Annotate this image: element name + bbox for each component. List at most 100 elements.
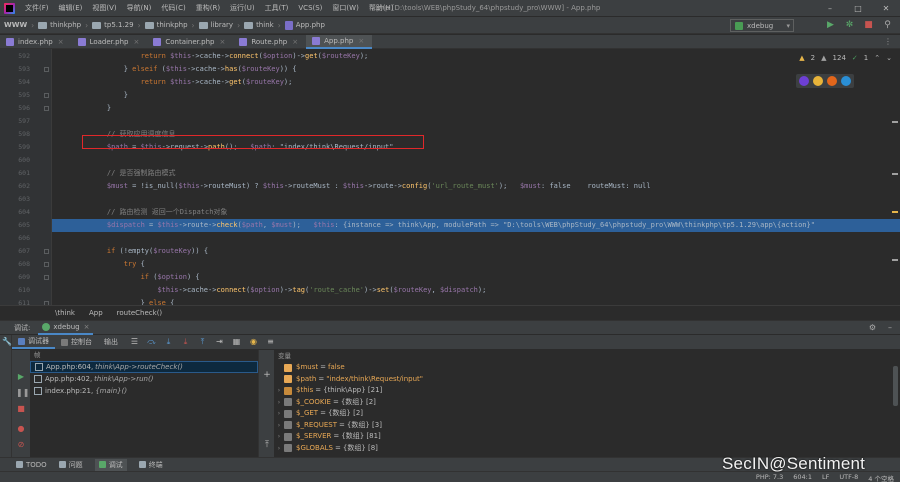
wrench-icon[interactable]: 🔧 bbox=[2, 337, 12, 347]
force-step-into-icon[interactable]: ⤓ bbox=[179, 336, 192, 348]
menu-tools[interactable]: 工具(T) bbox=[260, 3, 294, 13]
variable-row[interactable]: › $_REQUEST = {数组} [3] bbox=[274, 420, 888, 432]
expand-arrow-icon[interactable]: › bbox=[274, 443, 284, 455]
editor-scrollbar[interactable] bbox=[892, 61, 898, 301]
chevron-up-icon[interactable]: ⌃ bbox=[874, 54, 880, 62]
tool-debug[interactable]: 调试 bbox=[94, 458, 127, 471]
line-number[interactable]: 594 bbox=[0, 76, 30, 89]
stop-icon[interactable]: ■ bbox=[16, 404, 26, 414]
crumb-method[interactable]: routeCheck() bbox=[117, 309, 163, 317]
close-icon[interactable]: ✕ bbox=[872, 0, 900, 17]
frame-item[interactable]: App.php:604, think\App->routeCheck() bbox=[30, 361, 258, 373]
search-icon[interactable]: ⚲ bbox=[881, 19, 894, 32]
line-number[interactable]: 602 bbox=[0, 180, 30, 193]
line-number[interactable]: 600 bbox=[0, 154, 30, 167]
fold-marker-icon[interactable] bbox=[44, 106, 49, 111]
menu-edit[interactable]: 编辑(E) bbox=[54, 3, 88, 13]
breadcrumb-app-php[interactable]: App.php bbox=[281, 20, 325, 30]
menu-window[interactable]: 窗口(W) bbox=[327, 3, 363, 13]
run-icon[interactable]: ▶ bbox=[824, 19, 837, 32]
crumb-namespace[interactable]: \think bbox=[55, 309, 75, 317]
phpstorm-browser-icon[interactable] bbox=[799, 76, 809, 86]
code-line[interactable] bbox=[52, 193, 900, 206]
menu-file[interactable]: 文件(F) bbox=[20, 3, 54, 13]
maximize-icon[interactable]: □ bbox=[844, 0, 872, 17]
add-watch-icon[interactable]: + bbox=[262, 370, 272, 380]
tool-terminal[interactable]: 终端 bbox=[138, 460, 163, 470]
fold-marker-icon[interactable] bbox=[44, 93, 49, 98]
code-line[interactable]: } bbox=[52, 102, 900, 115]
tab-output[interactable]: 输出 bbox=[98, 337, 124, 347]
firefox-icon[interactable] bbox=[827, 76, 837, 86]
code-line[interactable]: if ($option) { bbox=[52, 271, 900, 284]
line-number[interactable]: 609 bbox=[0, 271, 30, 284]
pause-icon[interactable]: ❚❚ bbox=[16, 388, 29, 398]
crumb-class[interactable]: App bbox=[89, 309, 103, 317]
tab-container-php[interactable]: Container.php × bbox=[147, 35, 233, 49]
expand-arrow-icon[interactable]: › bbox=[274, 431, 284, 443]
variable-row[interactable]: › $this = {think\App} [21] bbox=[274, 385, 888, 397]
code-line[interactable]: // 是否强制路由模式 bbox=[52, 167, 900, 180]
code-line[interactable] bbox=[52, 154, 900, 167]
code-line[interactable]: return $this->cache->get($routeKey); bbox=[52, 76, 900, 89]
menu-vcs[interactable]: VCS(S) bbox=[293, 4, 327, 12]
collapse-icon[interactable]: ⤒ bbox=[262, 440, 272, 450]
debug-session-tab[interactable]: xdebug × bbox=[38, 321, 94, 335]
line-number[interactable]: 601 bbox=[0, 167, 30, 180]
line-number[interactable]: 592 bbox=[0, 50, 30, 63]
tool-problems[interactable]: 问题 bbox=[58, 460, 83, 470]
step-over-icon[interactable]: ⤼ bbox=[145, 336, 158, 348]
close-tab-icon[interactable]: × bbox=[219, 38, 225, 46]
code-line[interactable]: } elseif ($this->cache->has($routeKey)) … bbox=[52, 63, 900, 76]
chrome-icon[interactable] bbox=[813, 76, 823, 86]
gear-icon[interactable]: ⚙ bbox=[869, 323, 876, 332]
line-number[interactable]: 599 bbox=[0, 141, 30, 154]
run-to-cursor-icon[interactable]: ⇥ bbox=[213, 336, 226, 348]
evaluate-expression-icon[interactable]: ▦ bbox=[230, 336, 243, 348]
breadcrumb-library[interactable]: library bbox=[195, 21, 233, 29]
breadcrumb-thinkphp[interactable]: thinkphp bbox=[34, 21, 81, 29]
php-version[interactable]: PHP: 7.3 bbox=[756, 473, 783, 482]
breadcrumb-think[interactable]: think bbox=[240, 21, 274, 29]
line-number[interactable]: 606 bbox=[0, 232, 30, 245]
tab-index-php[interactable]: index.php × bbox=[0, 35, 72, 49]
breadcrumb-www[interactable]: WWW bbox=[0, 21, 27, 29]
fold-marker-icon[interactable] bbox=[44, 67, 49, 72]
inspection-indicators[interactable]: ▲ 2 ▲ 124 ✓ 1 ⌃ ⌄ bbox=[799, 54, 892, 62]
close-icon[interactable]: × bbox=[84, 323, 90, 331]
close-tab-icon[interactable]: × bbox=[133, 38, 139, 46]
frame-item[interactable]: App.php:402, think\App->run() bbox=[30, 373, 258, 385]
code-line[interactable]: return $this->cache->connect($option)->g… bbox=[52, 50, 900, 63]
caret-position[interactable]: 604:1 bbox=[793, 473, 812, 482]
code-editor[interactable]: 592 return $this->cache->connect($option… bbox=[0, 49, 900, 305]
menu-refactor[interactable]: 重构(R) bbox=[191, 3, 225, 13]
edge-icon[interactable] bbox=[841, 76, 851, 86]
tab-loader-php[interactable]: Loader.php × bbox=[72, 35, 148, 49]
frame-item[interactable]: index.php:21, {main}() bbox=[30, 385, 258, 397]
mute-breakpoints-icon[interactable]: ⊘ bbox=[16, 440, 26, 450]
expand-arrow-icon[interactable]: › bbox=[274, 397, 284, 409]
breadcrumb-tp5[interactable]: tp5.1.29 bbox=[88, 21, 134, 29]
expand-arrow-icon[interactable]: › bbox=[274, 420, 284, 432]
line-number[interactable]: 598 bbox=[0, 128, 30, 141]
tab-console[interactable]: 控制台 bbox=[55, 337, 98, 347]
line-number[interactable]: 610 bbox=[0, 284, 30, 297]
code-line[interactable] bbox=[52, 232, 900, 245]
variable-row[interactable]: $path = "index/think\Request/input" bbox=[274, 374, 888, 386]
more-tabs-icon[interactable]: ⋮ bbox=[884, 37, 892, 46]
tab-route-php[interactable]: Route.php × bbox=[233, 35, 306, 49]
tab-app-php[interactable]: App.php × bbox=[306, 35, 373, 49]
code-line[interactable]: $must = !is_null($this->routeMust) ? $th… bbox=[52, 180, 900, 193]
minimize-icon[interactable]: – bbox=[816, 0, 844, 17]
variable-row[interactable]: › $_GET = {数组} [2] bbox=[274, 408, 888, 420]
code-line[interactable] bbox=[52, 115, 900, 128]
menu-navigate[interactable]: 导航(N) bbox=[122, 3, 157, 13]
execution-line[interactable]: $dispatch = $this->route->check($path, $… bbox=[52, 219, 900, 232]
line-number[interactable]: 603 bbox=[0, 193, 30, 206]
variable-row[interactable]: › $GLOBALS = {数组} [8] bbox=[274, 443, 888, 455]
minimize-panel-icon[interactable]: – bbox=[888, 323, 892, 332]
line-number[interactable]: 597 bbox=[0, 115, 30, 128]
show-execution-point-icon[interactable]: ☰ bbox=[128, 336, 141, 348]
scroll-thumb[interactable] bbox=[893, 366, 898, 406]
fold-marker-icon[interactable] bbox=[44, 262, 49, 267]
